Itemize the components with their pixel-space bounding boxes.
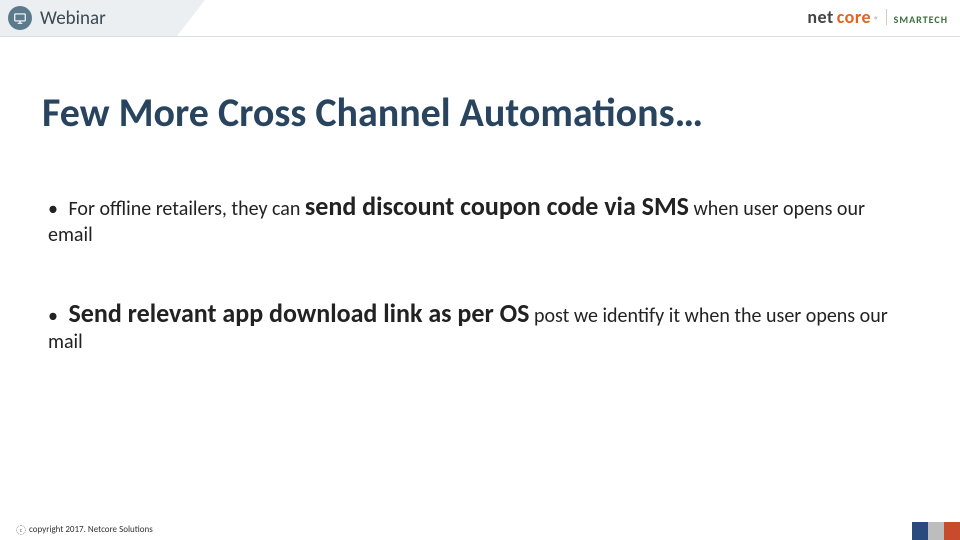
brand-logo: netcore® SMARTECH [807,6,948,28]
webinar-label: Webinar [40,7,106,30]
bullet-text-pre: For offline retailers, they can [69,197,305,221]
footer-block-gray [928,522,944,540]
bullet-marker: • [48,197,58,221]
copyright-label: copyright 2017. Netcore Solutions [29,524,153,535]
webinar-icon [8,6,32,30]
footer-block-red [944,522,960,540]
brand-separator [886,9,887,25]
header-divider [0,36,960,37]
slide-header: Webinar netcore® SMARTECH [0,0,960,42]
brand-text-net: net [807,6,833,28]
bullet-marker: • [48,304,58,328]
footer-block-blue [912,522,928,540]
bullet-item: • For offline retailers, they can send d… [48,190,912,249]
footer-color-blocks [912,522,960,540]
copyright-text: ccopyright 2017. Netcore Solutions [16,524,153,535]
slide-content: • For offline retailers, they can send d… [48,190,912,404]
brand-subtext: SMARTECH [894,13,948,26]
slide: Webinar netcore® SMARTECH Few More Cross… [0,0,960,540]
slide-footer: ccopyright 2017. Netcore Solutions [0,520,960,540]
bullet-item: • Send relevant app download link as per… [48,297,912,356]
bullet-text-bold: Send relevant app download link as per O… [69,297,530,329]
webinar-tab: Webinar [0,0,205,36]
bullet-text-bold: send discount coupon code via SMS [305,190,689,222]
brand-registered: ® [874,15,879,26]
slide-title: Few More Cross Channel Automations… [42,88,703,137]
copyright-icon: c [16,525,26,535]
brand-text-core: core [837,6,871,28]
